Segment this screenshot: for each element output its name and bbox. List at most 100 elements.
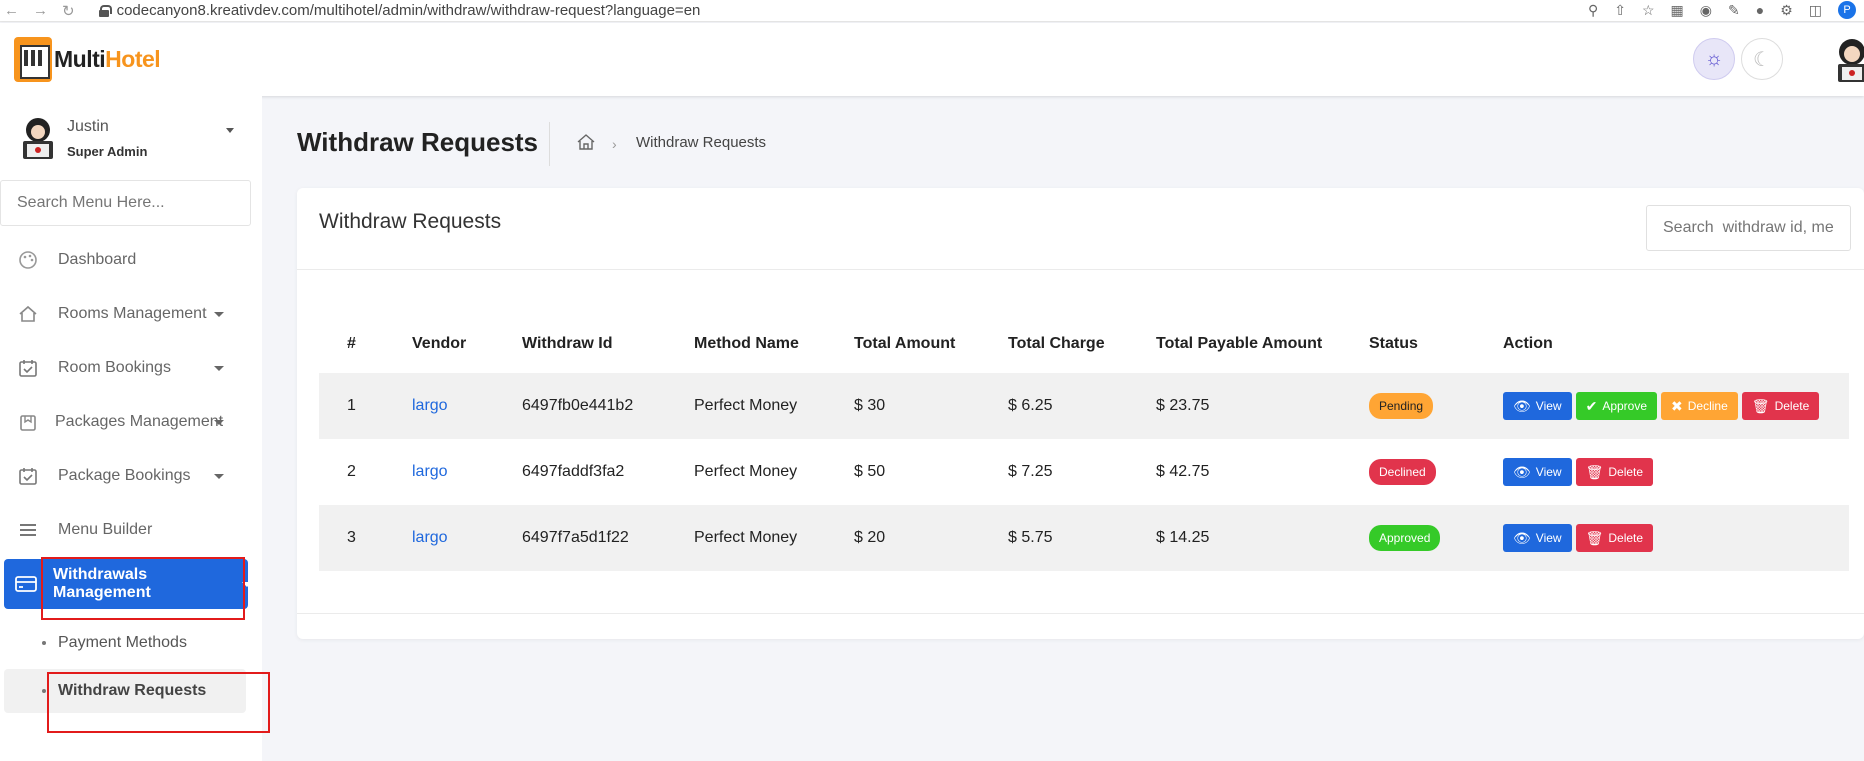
- view-button-label: View: [1535, 399, 1562, 413]
- table-row: 3 largo 6497f7a5d1f22 Perfect Money $ 20…: [319, 505, 1849, 571]
- approve-button[interactable]: ✔ Approve: [1575, 392, 1658, 420]
- card-divider: [297, 269, 1864, 270]
- highlight-box-withdraw-requests: [47, 672, 270, 733]
- zoom-icon[interactable]: ⚲: [1588, 2, 1598, 19]
- title-divider: [549, 122, 550, 166]
- chevron-down-icon: [214, 419, 224, 425]
- reload-icon[interactable]: ↻: [62, 2, 75, 20]
- chevron-down-icon: [214, 311, 224, 317]
- logo[interactable]: MultiHotel: [14, 37, 161, 82]
- forward-icon[interactable]: →: [33, 2, 48, 20]
- address-bar[interactable]: codecanyon8.kreativdev.com/multihotel/ad…: [98, 2, 701, 19]
- column-header[interactable]: Method Name: [694, 315, 854, 373]
- column-header[interactable]: #: [319, 315, 412, 373]
- cell-payable-amount: $ 42.75: [1156, 463, 1210, 480]
- cell-method: Perfect Money: [694, 373, 854, 439]
- delete-button-label: Delete: [1608, 531, 1644, 545]
- vendor-link[interactable]: largo: [412, 529, 448, 546]
- camera-icon[interactable]: ◉: [1700, 2, 1712, 19]
- cell-total-amount: $ 20: [854, 505, 1008, 571]
- status-badge: Approved: [1369, 525, 1441, 551]
- dark-mode-button[interactable]: ☾: [1741, 38, 1783, 80]
- browser-tools: ⚲ ⇧ ☆ ▦ ◉ ✎ ● ⚙ ◫ P: [1588, 1, 1856, 19]
- header-avatar[interactable]: [1832, 37, 1864, 83]
- breadcrumb-current: Withdraw Requests: [636, 134, 767, 151]
- decline-button[interactable]: ✖ Decline: [1661, 392, 1738, 420]
- puzzle-icon[interactable]: ⚙: [1780, 2, 1793, 19]
- column-header[interactable]: Vendor: [412, 315, 522, 373]
- calendar-check-icon: [17, 357, 39, 379]
- sidebar-item-label: Package Bookings: [58, 467, 191, 484]
- bars-icon: [17, 519, 39, 541]
- withdraw-requests-table: # Vendor Withdraw Id Method Name Total A…: [319, 315, 1849, 571]
- sidebar-search-input[interactable]: [0, 180, 251, 226]
- credit-card-icon: [15, 573, 37, 595]
- action-buttons: 👁 View 🗑 Delete: [1503, 524, 1849, 552]
- chevron-down-icon: [214, 365, 224, 371]
- light-mode-button[interactable]: ☼: [1693, 38, 1735, 80]
- star-icon[interactable]: ☆: [1642, 2, 1655, 19]
- card-title: Withdraw Requests: [319, 210, 502, 233]
- withdraw-requests-card: Withdraw Requests # Vendor Withdraw Id M…: [297, 188, 1864, 639]
- calendar-check-icon: [17, 465, 39, 487]
- delete-button[interactable]: 🗑 Delete: [1741, 392, 1820, 420]
- table-header-row: # Vendor Withdraw Id Method Name Total A…: [319, 315, 1849, 373]
- cell-payable-amount: $ 14.25: [1156, 505, 1369, 571]
- delete-button[interactable]: 🗑 Delete: [1575, 524, 1654, 552]
- action-buttons: 👁 View ✔ Approve ✖ Decline 🗑 Delete: [1503, 392, 1849, 420]
- sidebar-item-room-bookings[interactable]: Room Bookings: [0, 344, 262, 392]
- chevron-right-icon: ›: [612, 136, 617, 152]
- cell-withdraw-id: 6497faddf3fa2: [522, 463, 625, 480]
- sidebar-item-label: Room Bookings: [58, 359, 171, 376]
- home-icon[interactable]: [576, 132, 596, 152]
- decline-button-label: Decline: [1687, 399, 1728, 413]
- sidebar-subitem-payment-methods[interactable]: Payment Methods: [4, 621, 246, 665]
- vendor-link[interactable]: largo: [412, 463, 448, 480]
- back-icon[interactable]: ←: [4, 2, 19, 20]
- highlight-box-withdrawals: [41, 557, 245, 620]
- delete-button-label: Delete: [1608, 465, 1644, 479]
- column-header[interactable]: Total Payable Amount: [1156, 315, 1369, 373]
- cell-number: 1: [319, 373, 412, 439]
- sidebar-item-menu-builder[interactable]: Menu Builder: [0, 506, 262, 554]
- url-text[interactable]: codecanyon8.kreativdev.com/multihotel/ad…: [117, 2, 701, 19]
- column-header[interactable]: Status: [1369, 315, 1503, 373]
- column-header[interactable]: Total Charge: [1008, 315, 1156, 373]
- share-icon[interactable]: ⇧: [1614, 2, 1626, 19]
- view-button[interactable]: 👁 View: [1503, 524, 1572, 552]
- trash-icon: 🗑: [1585, 530, 1604, 546]
- user-role: Super Admin: [67, 143, 148, 159]
- column-header[interactable]: Withdraw Id: [522, 315, 694, 373]
- cell-payable-amount: $ 23.75: [1156, 373, 1369, 439]
- column-header: Action: [1503, 335, 1553, 352]
- sidebar-toggle-icon[interactable]: ◫: [1809, 2, 1822, 19]
- browser-toolbar: ← → ↻ codecanyon8.kreativdev.com/multiho…: [0, 0, 1864, 22]
- eye-icon: 👁: [1513, 530, 1531, 546]
- cell-method: Perfect Money: [694, 463, 798, 480]
- delete-button[interactable]: 🗑 Delete: [1575, 458, 1654, 486]
- view-button[interactable]: 👁 View: [1503, 392, 1572, 420]
- cell-total-amount: $ 50: [854, 463, 886, 480]
- table-row: 2 largo 6497faddf3fa2 Perfect Money $ 50…: [319, 439, 1849, 505]
- eye-icon: 👁: [1513, 464, 1531, 480]
- moon-icon: ☾: [1753, 48, 1771, 71]
- profile-avatar[interactable]: P: [1838, 1, 1856, 19]
- status-badge: Pending: [1369, 393, 1434, 419]
- sidebar-item-packages-management[interactable]: Packages Management: [0, 398, 262, 446]
- chevron-down-icon[interactable]: [226, 128, 234, 133]
- sidebar-item-package-bookings[interactable]: Package Bookings: [0, 452, 262, 500]
- user-profile[interactable]: Justin Super Admin: [18, 116, 234, 160]
- extension-icon[interactable]: ▦: [1671, 2, 1684, 19]
- pen-icon[interactable]: ✎: [1728, 2, 1740, 19]
- sidebar-item-rooms-management[interactable]: Rooms Management: [0, 290, 262, 338]
- color-icon[interactable]: ●: [1756, 2, 1764, 18]
- sidebar: Justin Super Admin Dashboard Rooms Manag…: [0, 96, 262, 761]
- cell-number: 2: [347, 463, 356, 480]
- palette-icon: [17, 249, 39, 271]
- chevron-down-icon: [214, 473, 224, 479]
- withdraw-search-input[interactable]: [1646, 205, 1851, 251]
- vendor-link[interactable]: largo: [412, 397, 448, 414]
- view-button[interactable]: 👁 View: [1503, 458, 1572, 486]
- column-header[interactable]: Total Amount: [854, 315, 1008, 373]
- sidebar-item-dashboard[interactable]: Dashboard: [0, 236, 262, 284]
